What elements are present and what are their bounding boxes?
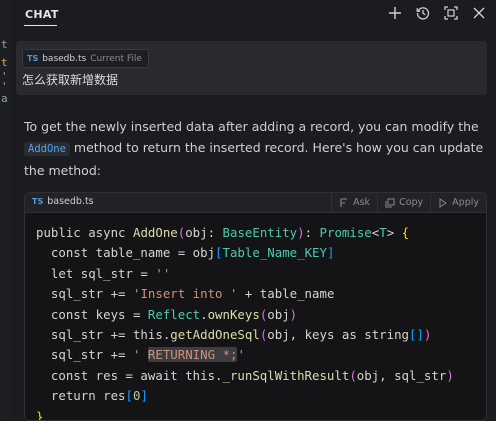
tab-chat[interactable]: CHAT: [25, 8, 59, 21]
current-file-chip[interactable]: TS basedb.ts Current File: [22, 49, 149, 68]
file-chip-name: basedb.ts: [42, 53, 87, 64]
inline-code-method: AddOne: [24, 142, 70, 156]
editor-edge-glyph: t: [1, 38, 8, 51]
editor-edge-glyph: t: [1, 56, 8, 69]
assistant-answer: To get the newly inserted data after add…: [24, 116, 486, 181]
chat-panel: CHAT TS basedb.ts Current File 怎么获取新增数据 …: [10, 0, 496, 421]
code-line: const res = await this._runSqlWithResult…: [36, 367, 454, 383]
file-chip-tag: Current File: [90, 53, 142, 64]
code-file-label: TS basedb.ts: [32, 196, 94, 207]
copy-label: Copy: [399, 197, 424, 208]
active-tab-indicator: [24, 25, 57, 26]
code-content: public async AddOne(obj: BaseEntity): Pr…: [36, 223, 454, 420]
code-line: const table_name = obj[Table_Name_KEY]: [36, 245, 335, 261]
answer-text-before: To get the newly inserted data after add…: [24, 119, 479, 134]
history-icon[interactable]: [416, 6, 430, 20]
apply-button[interactable]: Apply: [430, 193, 486, 212]
header-actions: [388, 6, 486, 20]
copy-icon: [385, 198, 395, 207]
apply-icon: [439, 197, 448, 208]
copy-button[interactable]: Copy: [377, 193, 430, 212]
code-line: public async AddOne(obj: BaseEntity): Pr…: [36, 225, 410, 240]
code-line: let sql_str = '': [36, 265, 171, 281]
plus-icon[interactable]: [388, 6, 402, 20]
ask-label: Ask: [353, 197, 371, 208]
code-line: sql_str += 'Insert into ' + table_name: [36, 286, 335, 302]
user-message-text: 怎么获取新增数据: [22, 73, 119, 87]
ask-icon: [340, 197, 348, 207]
editor-edge-glyph: a: [1, 92, 8, 105]
code-line: const keys = Reflect.ownKeys(obj): [36, 306, 298, 322]
code-line: sql_str += this.getAddOneSql(obj, keys a…: [36, 327, 432, 343]
code-block: TS basedb.ts Ask Copy Apply public async…: [24, 192, 487, 421]
code-block-header: TS basedb.ts Ask Copy Apply: [25, 193, 486, 213]
typescript-file-icon: TS: [32, 197, 44, 206]
chat-header: CHAT: [10, 0, 496, 30]
maximize-icon[interactable]: [444, 6, 458, 20]
answer-text-after: method to return the inserted record. He…: [24, 140, 484, 178]
apply-label: Apply: [452, 197, 479, 208]
ask-button[interactable]: Ask: [331, 193, 377, 212]
code-file-name: basedb.ts: [47, 196, 94, 207]
code-line: sql_str += ' RETURNING *;': [36, 347, 245, 363]
code-actions: Ask Copy Apply: [331, 193, 486, 212]
code-line: return res[0]: [36, 388, 148, 404]
close-icon[interactable]: [472, 6, 486, 20]
user-message: TS basedb.ts Current File 怎么获取新增数据: [16, 41, 487, 95]
typescript-file-icon: TS: [27, 54, 39, 63]
